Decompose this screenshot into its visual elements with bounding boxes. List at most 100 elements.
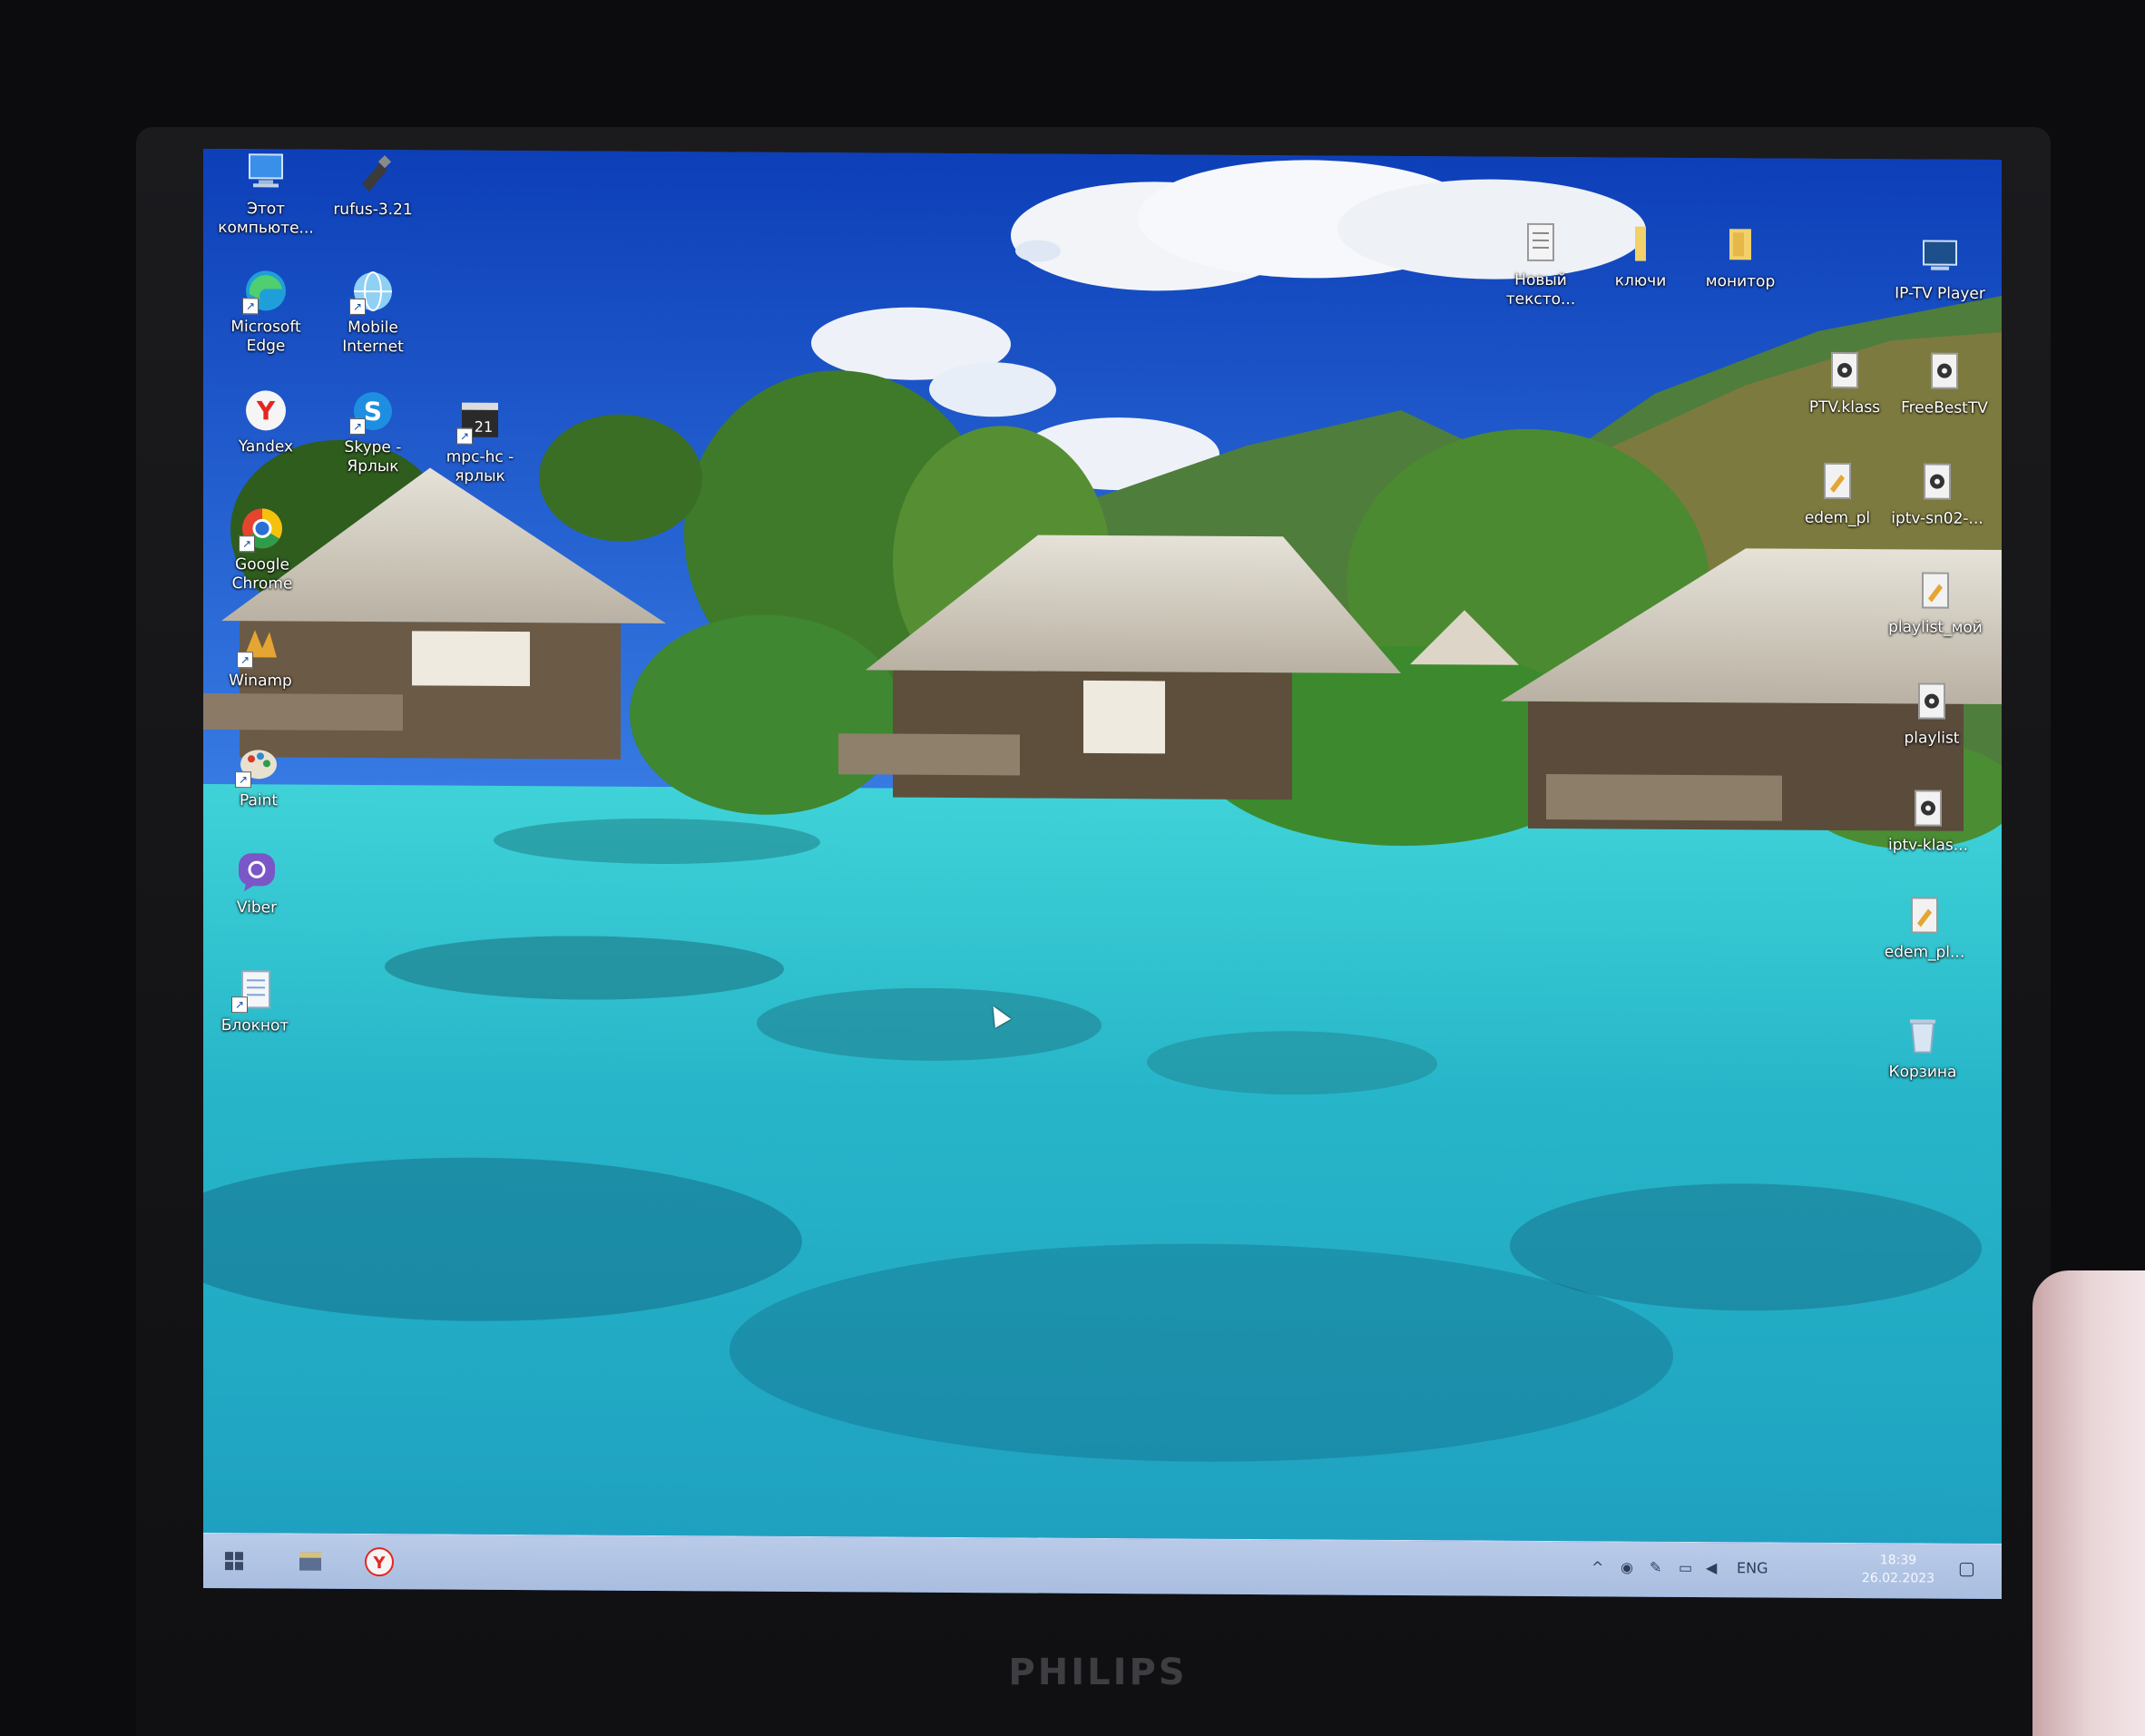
- desktop-icon-label: Winamp: [229, 672, 292, 691]
- paint-icon: ↗: [235, 740, 282, 789]
- desktop-icon-edge[interactable]: ↗ Microsoft Edge: [212, 267, 319, 357]
- computer-icon: [242, 149, 289, 196]
- desktop-icon-rufus[interactable]: rufus-3.21: [319, 150, 426, 221]
- desktop-icon-folder-monitor[interactable]: монитор: [1687, 221, 1794, 292]
- playlist-file-icon: [1901, 892, 1948, 939]
- media-player-icon: 21 ↗: [456, 397, 504, 445]
- desktop-icon-label: монитор: [1705, 272, 1776, 291]
- tray-language[interactable]: ENG: [1737, 1559, 1768, 1576]
- desktop-icon-label: Этот компьюте...: [218, 200, 314, 238]
- playlist-icon: [1905, 785, 1952, 832]
- viber-icon: [233, 848, 280, 895]
- desktop-icon-playlist[interactable]: playlist: [1878, 678, 1985, 749]
- desktop-icon-label: Mobile Internet: [342, 318, 404, 357]
- skype-icon: S ↗: [349, 387, 397, 436]
- desktop-icon-label: playlist: [1904, 729, 1960, 748]
- edge-icon: ↗: [242, 267, 289, 315]
- desktop-icon-label: Viber: [236, 898, 278, 917]
- tray-time: 18:39: [1879, 1553, 1917, 1568]
- taskbar: Y ^ ◉ ✎ ▭ ◀ ENG 18:39 26.02.2023 ▢: [203, 1532, 2002, 1600]
- desktop-icon-this-pc[interactable]: Этот компьюте...: [212, 149, 319, 239]
- desktop-icon-label: Microsoft Edge: [230, 318, 301, 356]
- desktop-icon-label: Google Chrome: [231, 555, 293, 593]
- playlist-file-icon: [1912, 567, 1959, 614]
- tray-date: 26.02.2023: [1861, 1571, 1935, 1586]
- taskbar-yandex-browser[interactable]: Y: [354, 1542, 405, 1582]
- folder-icon: [1617, 221, 1664, 268]
- desktop-icon-label: Корзина: [1888, 1063, 1957, 1082]
- desktop-icon-label: edem_pl: [1804, 508, 1871, 528]
- shortcut-arrow-icon: ↗: [349, 298, 366, 316]
- shortcut-arrow-icon: ↗: [231, 996, 248, 1014]
- desktop-icon-label: rufus-3.21: [333, 200, 413, 220]
- chrome-icon: ↗: [239, 505, 286, 553]
- tray-network-icon[interactable]: ▭: [1679, 1559, 1692, 1576]
- desktop-icon-label: PTV.klass: [1808, 397, 1881, 417]
- playlist-icon: [1821, 348, 1868, 395]
- desktop-icon-viber[interactable]: Viber: [203, 848, 310, 918]
- tray-pen-icon[interactable]: ✎: [1650, 1559, 1661, 1576]
- desktop-icon-freebesttv[interactable]: FreeBestTV: [1891, 348, 1998, 418]
- desktop-icon-ptv-klass[interactable]: PTV.klass: [1791, 348, 1898, 418]
- notification-center-icon[interactable]: ▢: [1958, 1557, 1975, 1579]
- desktop-icon-winamp[interactable]: ↗ Winamp: [207, 621, 314, 691]
- desktop-icon-label: edem_pl...: [1884, 943, 1965, 962]
- desktop-icon-recycle-bin[interactable]: Корзина: [1869, 1012, 1976, 1083]
- desktop-icon-label: ключи: [1614, 271, 1667, 290]
- tray-chevron-icon[interactable]: ^: [1592, 1558, 1603, 1575]
- text-file-icon: [1517, 221, 1564, 268]
- desktop-icon-new-text-file[interactable]: Новый тексто...: [1487, 221, 1594, 310]
- shortcut-arrow-icon: ↗: [237, 652, 253, 669]
- taskbar-file-explorer[interactable]: [285, 1541, 336, 1581]
- svg-text:S: S: [364, 397, 382, 427]
- desktop-icon-edem-pl-2[interactable]: edem_pl...: [1871, 892, 1978, 963]
- playlist-icon: [1921, 348, 1968, 396]
- playlist-icon: [1908, 678, 1955, 725]
- desktop-icon-edem-pl[interactable]: edem_pl: [1784, 458, 1891, 529]
- desktop-icon-iptv-klass[interactable]: iptv-klas...: [1875, 785, 1982, 856]
- desktop-icon-playlist-moy[interactable]: playlist_мой: [1882, 567, 1989, 638]
- desktop-icon-label: Блокнот: [220, 1016, 289, 1035]
- shortcut-arrow-icon: ↗: [239, 535, 255, 553]
- playlist-file-icon: [1814, 458, 1861, 505]
- folder-icon: [1717, 221, 1764, 269]
- shortcut-arrow-icon: ↗: [456, 427, 473, 445]
- globe-icon: ↗: [349, 268, 397, 316]
- desktop-icon-skype[interactable]: S ↗ Skype - Ярлык: [319, 387, 426, 477]
- desktop-icon-yandex[interactable]: Y Yandex: [212, 387, 319, 457]
- desktop-icon-notepad[interactable]: ↗ Блокнот: [203, 966, 309, 1036]
- desktop-icon-folder-keys[interactable]: ключи: [1587, 221, 1694, 291]
- desktop-icon-label: FreeBestTV: [1901, 398, 1988, 417]
- desktop-icon-chrome[interactable]: ↗ Google Chrome: [209, 505, 316, 594]
- tray-clock[interactable]: 18:39 26.02.2023: [1853, 1551, 1944, 1588]
- shortcut-arrow-icon: ↗: [349, 417, 366, 436]
- tray-mic-icon[interactable]: ◉: [1621, 1558, 1633, 1575]
- file-explorer-icon: [299, 1552, 321, 1571]
- desktop-icon-paint[interactable]: ↗ Paint: [205, 740, 312, 811]
- desktop-screen[interactable]: Этот компьюте... rufus-3.21 ↗ Microsoft …: [203, 148, 2002, 1600]
- desktop-icon-label: Новый тексто...: [1505, 270, 1576, 309]
- windows-start-icon: [225, 1552, 243, 1571]
- desktop-icon-mobile-internet[interactable]: ↗ Mobile Internet: [319, 268, 426, 358]
- svg-text:Y: Y: [256, 396, 276, 426]
- tray-volume-icon[interactable]: ◀: [1706, 1559, 1717, 1576]
- svg-text:Y: Y: [372, 1554, 386, 1573]
- iptv-icon: [1916, 233, 1964, 280]
- desktop-icon-iptv-player[interactable]: IP-TV Player: [1886, 233, 1993, 304]
- yandex-browser-icon: Y: [365, 1547, 394, 1577]
- notepad-icon: ↗: [231, 966, 279, 1014]
- svg-text:21: 21: [475, 418, 493, 436]
- desktop-icon-label: mpc-hc - ярлык: [446, 447, 514, 485]
- desktop-icon-label: iptv-sn02-...: [1891, 509, 1983, 528]
- desktop-icon-label: iptv-klas...: [1888, 836, 1968, 855]
- desktop-icon-label: Paint: [239, 791, 279, 810]
- start-button[interactable]: [209, 1541, 260, 1581]
- background-person: [2032, 1270, 2145, 1736]
- desktop-icon-iptv-sn02[interactable]: iptv-sn02-...: [1884, 458, 1991, 529]
- desktop-icon-label: playlist_мой: [1888, 618, 1983, 637]
- shortcut-arrow-icon: ↗: [242, 298, 259, 315]
- desktop-icon-mpc-hc[interactable]: 21 ↗ mpc-hc - ярлык: [426, 397, 534, 486]
- wallpaper: [203, 148, 2002, 1545]
- recycle-bin-icon: [1899, 1012, 1946, 1059]
- shortcut-arrow-icon: ↗: [235, 771, 251, 789]
